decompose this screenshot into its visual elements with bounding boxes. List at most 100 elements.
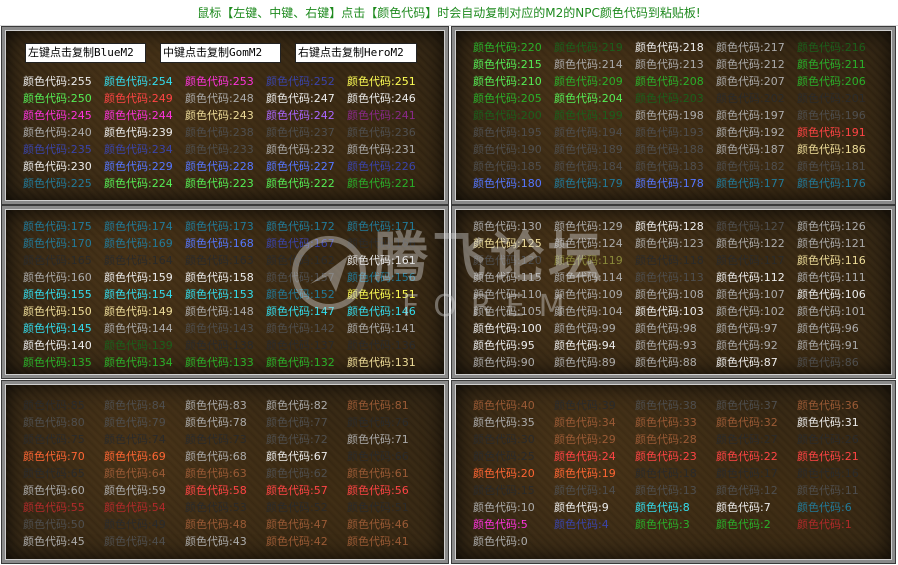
color-code-item[interactable]: 颜色代码:113	[635, 269, 716, 286]
color-code-item[interactable]: 颜色代码:164	[104, 252, 185, 269]
color-code-item[interactable]: 颜色代码:13	[635, 482, 716, 499]
color-code-item[interactable]: 颜色代码:119	[554, 252, 635, 269]
color-code-item[interactable]: 颜色代码:26	[797, 431, 878, 448]
color-code-item[interactable]: 颜色代码:194	[554, 124, 635, 141]
color-code-item[interactable]: 颜色代码:182	[716, 158, 797, 175]
color-code-item[interactable]: 颜色代码:94	[554, 337, 635, 354]
color-code-item[interactable]: 颜色代码:68	[185, 448, 266, 465]
color-code-item[interactable]: 颜色代码:89	[554, 354, 635, 371]
color-code-item[interactable]: 颜色代码:104	[554, 303, 635, 320]
color-code-item[interactable]: 颜色代码:118	[635, 252, 716, 269]
color-code-item[interactable]: 颜色代码:248	[185, 90, 266, 107]
color-code-item[interactable]: 颜色代码:100	[473, 320, 554, 337]
color-code-item[interactable]: 颜色代码:16	[797, 465, 878, 482]
color-code-item[interactable]: 颜色代码:105	[473, 303, 554, 320]
color-code-item[interactable]: 颜色代码:190	[473, 141, 554, 158]
color-code-item[interactable]: 颜色代码:202	[716, 90, 797, 107]
color-code-item[interactable]: 颜色代码:129	[554, 218, 635, 235]
color-code-item[interactable]: 颜色代码:229	[104, 158, 185, 175]
color-code-item[interactable]: 颜色代码:215	[473, 56, 554, 73]
color-code-item[interactable]: 颜色代码:219	[554, 39, 635, 56]
color-code-item[interactable]: 颜色代码:162	[266, 252, 347, 269]
color-code-item[interactable]: 颜色代码:90	[473, 354, 554, 371]
color-code-item[interactable]: 颜色代码:233	[185, 141, 266, 158]
color-code-item[interactable]: 颜色代码:184	[554, 158, 635, 175]
color-code-item[interactable]: 颜色代码:225	[23, 175, 104, 192]
color-code-item[interactable]: 颜色代码:207	[716, 73, 797, 90]
color-code-item[interactable]: 颜色代码:213	[635, 56, 716, 73]
color-code-item[interactable]: 颜色代码:8	[635, 499, 716, 516]
color-code-item[interactable]: 颜色代码:44	[104, 533, 185, 550]
color-code-item[interactable]: 颜色代码:210	[473, 73, 554, 90]
color-code-item[interactable]: 颜色代码:156	[347, 269, 428, 286]
color-code-item[interactable]: 颜色代码:114	[554, 269, 635, 286]
color-code-item[interactable]: 颜色代码:43	[185, 533, 266, 550]
color-code-item[interactable]: 颜色代码:48	[185, 516, 266, 533]
color-code-item[interactable]: 颜色代码:107	[716, 286, 797, 303]
color-code-item[interactable]: 颜色代码:195	[473, 124, 554, 141]
color-code-item[interactable]: 颜色代码:206	[797, 73, 878, 90]
color-code-item[interactable]: 颜色代码:171	[347, 218, 428, 235]
color-code-item[interactable]: 颜色代码:163	[185, 252, 266, 269]
color-code-item[interactable]: 颜色代码:106	[797, 286, 878, 303]
color-code-item[interactable]: 颜色代码:166	[347, 235, 428, 252]
color-code-item[interactable]: 颜色代码:103	[635, 303, 716, 320]
color-code-item[interactable]: 颜色代码:69	[104, 448, 185, 465]
color-code-item[interactable]: 颜色代码:205	[473, 90, 554, 107]
color-code-item[interactable]: 颜色代码:110	[473, 286, 554, 303]
color-code-item[interactable]: 颜色代码:157	[266, 269, 347, 286]
color-code-item[interactable]: 颜色代码:193	[635, 124, 716, 141]
color-code-item[interactable]: 颜色代码:139	[104, 337, 185, 354]
color-code-item[interactable]: 颜色代码:151	[347, 286, 428, 303]
color-code-item[interactable]: 颜色代码:245	[23, 107, 104, 124]
color-code-item[interactable]: 颜色代码:121	[797, 235, 878, 252]
color-code-item[interactable]: 颜色代码:136	[347, 337, 428, 354]
color-code-item[interactable]: 颜色代码:77	[266, 414, 347, 431]
color-code-item[interactable]: 颜色代码:138	[185, 337, 266, 354]
color-code-item[interactable]: 颜色代码:241	[347, 107, 428, 124]
color-code-item[interactable]: 颜色代码:191	[797, 124, 878, 141]
color-code-item[interactable]: 颜色代码:24	[554, 448, 635, 465]
color-code-item[interactable]: 颜色代码:101	[797, 303, 878, 320]
color-code-item[interactable]: 颜色代码:66	[347, 448, 428, 465]
color-code-item[interactable]: 颜色代码:153	[185, 286, 266, 303]
color-code-item[interactable]: 颜色代码:135	[23, 354, 104, 371]
color-code-item[interactable]: 颜色代码:91	[797, 337, 878, 354]
color-code-item[interactable]: 颜色代码:217	[716, 39, 797, 56]
color-code-item[interactable]: 颜色代码:149	[104, 303, 185, 320]
color-code-item[interactable]: 颜色代码:61	[347, 465, 428, 482]
color-code-item[interactable]: 颜色代码:211	[797, 56, 878, 73]
color-code-item[interactable]: 颜色代码:52	[266, 499, 347, 516]
color-code-item[interactable]: 颜色代码:235	[23, 141, 104, 158]
color-code-item[interactable]: 颜色代码:186	[797, 141, 878, 158]
color-code-item[interactable]: 颜色代码:67	[266, 448, 347, 465]
color-code-item[interactable]: 颜色代码:57	[266, 482, 347, 499]
color-code-item[interactable]: 颜色代码:165	[23, 252, 104, 269]
color-code-item[interactable]: 颜色代码:228	[185, 158, 266, 175]
color-code-item[interactable]: 颜色代码:45	[23, 533, 104, 550]
color-code-item[interactable]: 颜色代码:220	[473, 39, 554, 56]
color-code-item[interactable]: 颜色代码:227	[266, 158, 347, 175]
color-code-item[interactable]: 颜色代码:236	[347, 124, 428, 141]
color-code-item[interactable]: 颜色代码:97	[716, 320, 797, 337]
color-code-item[interactable]: 颜色代码:140	[23, 337, 104, 354]
color-code-item[interactable]: 颜色代码:42	[266, 533, 347, 550]
color-code-item[interactable]: 颜色代码:122	[716, 235, 797, 252]
color-code-item[interactable]: 颜色代码:36	[797, 397, 878, 414]
color-code-item[interactable]: 颜色代码:234	[104, 141, 185, 158]
color-code-item[interactable]: 颜色代码:200	[473, 107, 554, 124]
color-code-item[interactable]: 颜色代码:4	[554, 516, 635, 533]
color-code-item[interactable]: 颜色代码:79	[104, 414, 185, 431]
color-code-item[interactable]: 颜色代码:169	[104, 235, 185, 252]
color-code-item[interactable]: 颜色代码:208	[635, 73, 716, 90]
color-code-item[interactable]: 颜色代码:10	[473, 499, 554, 516]
color-code-item[interactable]: 颜色代码:49	[104, 516, 185, 533]
color-code-item[interactable]: 颜色代码:2	[716, 516, 797, 533]
color-code-item[interactable]: 颜色代码:197	[716, 107, 797, 124]
color-code-item[interactable]: 颜色代码:226	[347, 158, 428, 175]
color-code-item[interactable]: 颜色代码:81	[347, 397, 428, 414]
color-code-item[interactable]: 颜色代码:230	[23, 158, 104, 175]
color-code-item[interactable]: 颜色代码:176	[797, 175, 878, 192]
color-code-item[interactable]: 颜色代码:50	[23, 516, 104, 533]
color-code-item[interactable]: 颜色代码:73	[185, 431, 266, 448]
